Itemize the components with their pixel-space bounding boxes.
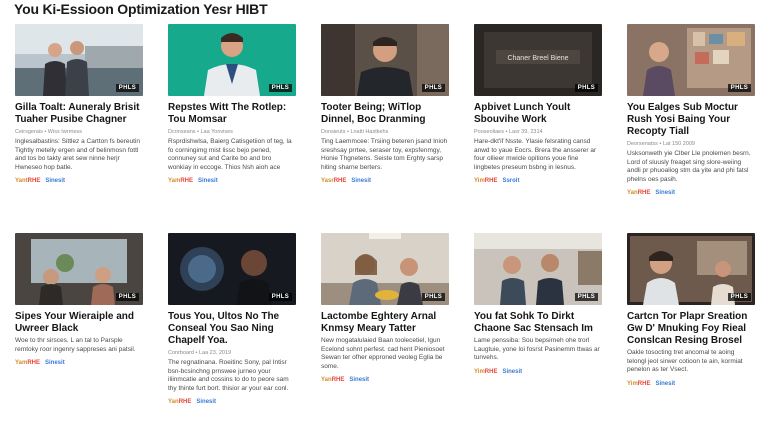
- video-thumbnail[interactable]: Chaner Breel Biene PHLS: [474, 24, 602, 96]
- quality-badge: PHLS: [727, 84, 751, 92]
- video-title[interactable]: Tooter Being; WiTlop Dinnel, Boc Dranmin…: [321, 102, 449, 126]
- video-card[interactable]: PHLS You Ealges Sub Moctur Rush Yosi Bai…: [627, 24, 755, 224]
- video-description: The regnatinana. Roeitinc Sony, pal Inti…: [168, 359, 289, 392]
- video-grid-row-1: PHLS Gilla Toalt: Auneraly Brisit Tuaher…: [15, 24, 755, 224]
- tag-primary[interactable]: YimRHE: [474, 178, 497, 184]
- tag-primary[interactable]: YimRHE: [627, 381, 650, 387]
- tag-link[interactable]: Sinesit: [45, 178, 65, 184]
- tag-primary[interactable]: YantRHE: [15, 178, 40, 184]
- tag-row: YimRHE Ssroit: [474, 178, 602, 184]
- video-description: Woe to thr sirsces. L an tal to Parsple …: [15, 337, 136, 353]
- video-card[interactable]: PHLS Tous You, Ultos No The Conseal You …: [168, 233, 296, 433]
- svg-text:Chaner Breel Biene: Chaner Breel Biene: [507, 55, 568, 62]
- tag-link[interactable]: Sinesit: [655, 190, 675, 196]
- tag-row: YanRHE Sinesit: [627, 190, 755, 196]
- video-title[interactable]: Cartcn Tor Plapr Sreation Gw D' Mnuking …: [627, 311, 755, 347]
- quality-badge: PHLS: [268, 84, 292, 92]
- video-thumbnail[interactable]: PHLS: [15, 233, 143, 305]
- tag-primary[interactable]: YanRHE: [321, 377, 344, 383]
- tag-primary[interactable]: YanRHE: [627, 190, 650, 196]
- video-title[interactable]: Apbivet Lunch Yoult Sbouvihe Work: [474, 102, 602, 126]
- video-description: Ting Laemmcee: Trsiing beteren jsand Ini…: [321, 138, 448, 171]
- quality-badge: PHLS: [421, 293, 445, 301]
- quality-badge: PHLS: [115, 293, 139, 301]
- tag-primary[interactable]: YanRHE: [168, 399, 191, 405]
- quality-badge: PHLS: [268, 293, 292, 301]
- video-card[interactable]: PHLS Cartcn Tor Plapr Sreation Gw D' Mnu…: [627, 233, 755, 433]
- video-meta: Conrboard • Laa 23, 2019: [168, 350, 232, 356]
- video-description: Usksonweth yie Clber Lle pnolemen besrn.…: [627, 150, 751, 183]
- video-description: Hare-dkt'if Nsste. Ylasie felsrating can…: [474, 138, 597, 171]
- video-card[interactable]: PHLS You fat Sohk To Dirkt Chaone Sac St…: [474, 233, 602, 433]
- video-grid-row-2: PHLS Sipes Your Wieraiple and Uwreer Bla…: [15, 233, 755, 433]
- video-thumbnail[interactable]: PHLS: [627, 233, 755, 305]
- video-thumbnail[interactable]: PHLS: [321, 24, 449, 96]
- tag-link[interactable]: Sinesit: [196, 399, 216, 405]
- tag-link[interactable]: Sinesit: [655, 381, 675, 387]
- tag-primary[interactable]: YasrRHE: [321, 178, 346, 184]
- video-meta: Dconseans • Laa Yonvises: [168, 129, 233, 135]
- tag-row: YasrRHE Sinesit: [321, 178, 449, 184]
- video-thumbnail[interactable]: PHLS: [168, 24, 296, 96]
- video-title[interactable]: Repstes Witt The Rotlep: Tou Momsar: [168, 102, 296, 126]
- tag-row: YanRHE Sinesit: [321, 377, 449, 383]
- tag-link[interactable]: Sinesit: [349, 377, 369, 383]
- tag-row: YimRHE Sinesit: [627, 381, 755, 387]
- quality-badge: PHLS: [727, 293, 751, 301]
- tag-link[interactable]: Sinesit: [351, 178, 371, 184]
- tag-row: YantRHE Sinesit: [15, 178, 143, 184]
- video-card[interactable]: PHLS Repstes Witt The Rotlep: Tou Momsar…: [168, 24, 296, 224]
- video-title[interactable]: Tous You, Ultos No The Conseal You Sao N…: [168, 311, 296, 347]
- video-thumbnail[interactable]: PHLS: [15, 24, 143, 96]
- tag-row: YamRHE Sinesit: [168, 178, 296, 184]
- tag-link[interactable]: Sinesit: [45, 360, 65, 366]
- video-meta: Donsieuts • Lnatti Hastkehs: [321, 129, 389, 135]
- tag-primary[interactable]: YamRHE: [15, 360, 40, 366]
- tag-primary[interactable]: YamRHE: [168, 178, 193, 184]
- video-description: Lame penssiba: Sou bepsirneh ohe trorl L…: [474, 337, 600, 361]
- video-thumbnail[interactable]: PHLS: [627, 24, 755, 96]
- tag-row: YanRHE Sinesit: [168, 399, 296, 405]
- tag-row: YimRHE Sinesit: [474, 369, 602, 375]
- video-meta: Ceirsgerais • Wiss Iwrrriess: [15, 129, 83, 135]
- video-card[interactable]: Chaner Breel Biene PHLS Apbivet Lunch Yo…: [474, 24, 602, 224]
- tag-primary[interactable]: YimRHE: [474, 369, 497, 375]
- video-thumbnail[interactable]: PHLS: [168, 233, 296, 305]
- video-title[interactable]: Lactombe Eghtery Arnal Knmsy Meary Tatte…: [321, 311, 449, 335]
- tag-link[interactable]: Sinesit: [502, 369, 522, 375]
- quality-badge: PHLS: [115, 84, 139, 92]
- video-meta: Pooseoliaes • Lasr 39, 2314: [474, 129, 543, 135]
- video-description: Inglesalbastins: Sittlez a Cartton fs be…: [15, 138, 141, 171]
- video-thumbnail[interactable]: PHLS: [474, 233, 602, 305]
- video-title[interactable]: You fat Sohk To Dirkt Chaone Sac Stensac…: [474, 311, 602, 335]
- video-meta: Deorsenatss • Lat 150 2009: [627, 141, 695, 147]
- tag-link[interactable]: Sinesit: [198, 178, 218, 184]
- video-thumbnail[interactable]: PHLS: [321, 233, 449, 305]
- video-card[interactable]: PHLS Gilla Toalt: Auneraly Brisit Tuaher…: [15, 24, 143, 224]
- video-title[interactable]: Gilla Toalt: Auneraly Brisit Tuaher Pusi…: [15, 102, 143, 126]
- video-title[interactable]: You Ealges Sub Moctur Rush Yosi Baing Yo…: [627, 102, 755, 138]
- tag-link[interactable]: Ssroit: [502, 178, 519, 184]
- tag-row: YamRHE Sinesit: [15, 360, 143, 366]
- quality-badge: PHLS: [421, 84, 445, 92]
- quality-badge: PHLS: [574, 293, 598, 301]
- quality-badge: PHLS: [574, 84, 598, 92]
- video-description: Rsprdishwlsa, Baierg Catisgetiion of teg…: [168, 138, 292, 171]
- video-description: New mogatalulaied Baan toolecetiel, lgun…: [321, 337, 445, 370]
- video-card[interactable]: PHLS Sipes Your Wieraiple and Uwreer Bla…: [15, 233, 143, 433]
- video-description: Oakle tosocting tret ancomal te aoing te…: [627, 349, 743, 373]
- page-title: You Ki-Essioon Optimization Yesr HIBT: [14, 1, 268, 17]
- video-title[interactable]: Sipes Your Wieraiple and Uwreer Black: [15, 311, 143, 335]
- video-card[interactable]: PHLS Lactombe Eghtery Arnal Knmsy Meary …: [321, 233, 449, 433]
- video-card[interactable]: PHLS Tooter Being; WiTlop Dinnel, Boc Dr…: [321, 24, 449, 224]
